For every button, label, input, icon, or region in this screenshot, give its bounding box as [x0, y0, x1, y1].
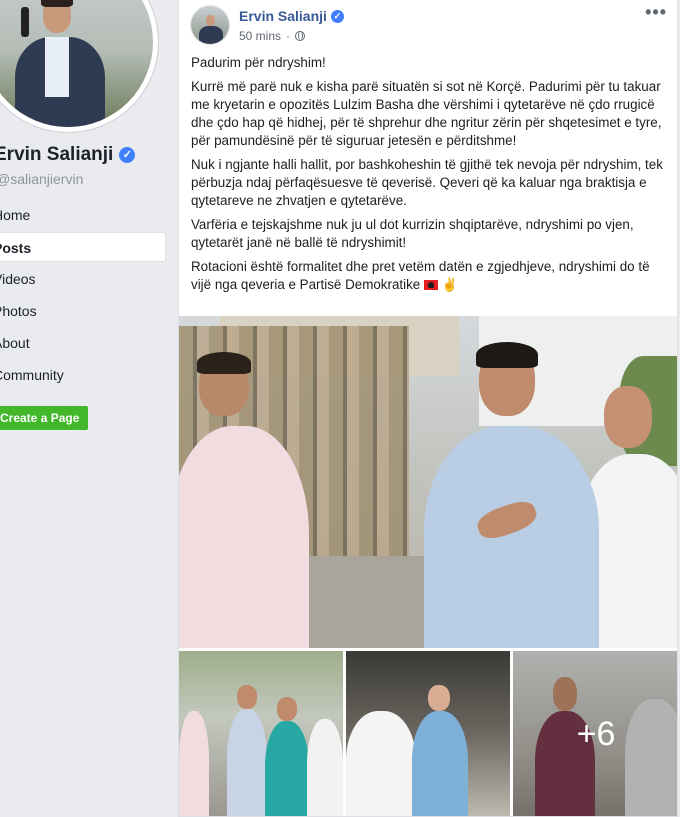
- albania-flag-icon: [423, 280, 438, 291]
- photo-grid: +6: [179, 651, 677, 816]
- photo-thumbnail[interactable]: [346, 651, 510, 816]
- nav-item-posts[interactable]: Posts: [0, 232, 166, 262]
- post-paragraph: Nuk i ngjante halli hallit, por bashkohe…: [191, 157, 663, 208]
- post-paragraph: Varfëria e tejskajshme nuk ju ul dot kur…: [191, 217, 634, 250]
- profile-picture[interactable]: [0, 0, 158, 132]
- post-paragraph: Padurim për ndryshim!: [191, 55, 326, 70]
- post-main-photo[interactable]: [179, 316, 677, 648]
- victory-hand-icon: ✌: [441, 277, 458, 293]
- post-card: Ervin Salianji ✓ 50 mins · ••• Padurim p…: [178, 0, 678, 817]
- nav-item-home[interactable]: Home: [0, 200, 166, 230]
- page-nav: Home Posts Videos Photos About Community: [0, 200, 166, 392]
- post-paragraph-last: Rotacioni është formalitet dhe pret vetë…: [191, 258, 669, 294]
- photo-figure-hair: [41, 0, 73, 7]
- nav-item-about[interactable]: About: [0, 328, 166, 358]
- nav-item-community[interactable]: Community: [0, 360, 166, 390]
- more-photos-count[interactable]: +6: [513, 651, 677, 816]
- globe-icon[interactable]: [295, 31, 306, 41]
- page-handle[interactable]: @salianjiervin: [0, 171, 83, 187]
- avatar-figure-head: [206, 15, 215, 26]
- avatar-figure-body: [199, 26, 223, 44]
- photo-thumbnail-more[interactable]: +6: [513, 651, 677, 816]
- page-title[interactable]: Ervin Salianji ✓: [0, 144, 136, 166]
- page-name-text: Ervin Salianji: [0, 144, 114, 165]
- microphone-icon: [21, 7, 29, 37]
- author-name[interactable]: Ervin Salianji: [239, 8, 327, 24]
- photo-figure-shirt: [45, 37, 69, 97]
- page-sidebar: Ervin Salianji ✓ @salianjiervin Home Pos…: [0, 0, 170, 817]
- author-avatar[interactable]: [191, 6, 229, 44]
- post-author[interactable]: Ervin Salianji ✓: [239, 8, 344, 24]
- create-page-button[interactable]: Create a Page: [0, 406, 89, 430]
- photo-thumbnail[interactable]: [179, 651, 343, 816]
- post-meta: 50 mins ·: [239, 29, 306, 43]
- post-paragraph: Kurrë më parë nuk e kisha parë situatën …: [191, 79, 662, 148]
- verified-badge-icon: ✓: [119, 147, 136, 163]
- profile-photo: [0, 0, 153, 127]
- post-paragraph-text: Rotacioni është formalitet dhe pret vetë…: [191, 259, 650, 292]
- post-body: Padurim për ndryshim! Kurrë më parë nuk …: [191, 54, 669, 300]
- verified-badge-icon: ✓: [330, 9, 344, 23]
- nav-item-videos[interactable]: Videos: [0, 264, 166, 294]
- meta-separator: ·: [286, 29, 291, 43]
- nav-item-photos[interactable]: Photos: [0, 296, 166, 326]
- more-options-icon[interactable]: •••: [645, 2, 667, 23]
- post-timestamp[interactable]: 50 mins: [239, 29, 281, 43]
